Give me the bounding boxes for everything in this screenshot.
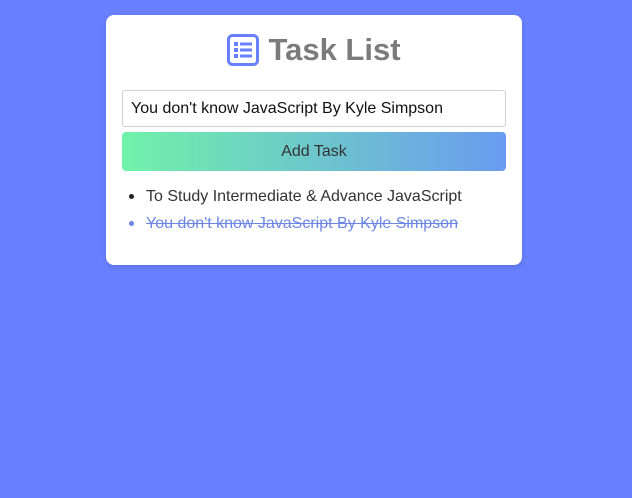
bullet-icon [129,221,134,226]
task-list: To Study Intermediate & Advance JavaScri… [129,183,462,237]
task-card: Task List Add Task To Study Intermediate… [106,15,522,265]
task-label: To Study Intermediate & Advance JavaScri… [146,188,462,205]
task-item[interactable]: To Study Intermediate & Advance JavaScri… [129,183,462,210]
page-title: Task List [268,32,401,67]
task-label: You don't know JavaScript By Kyle Simpso… [146,215,458,232]
bullet-icon [129,194,134,199]
task-item-completed[interactable]: You don't know JavaScript By Kyle Simpso… [129,210,462,237]
add-task-button[interactable]: Add Task [122,132,506,171]
app-header: Task List [106,32,522,68]
list-icon [227,34,260,66]
task-input[interactable] [122,90,506,127]
